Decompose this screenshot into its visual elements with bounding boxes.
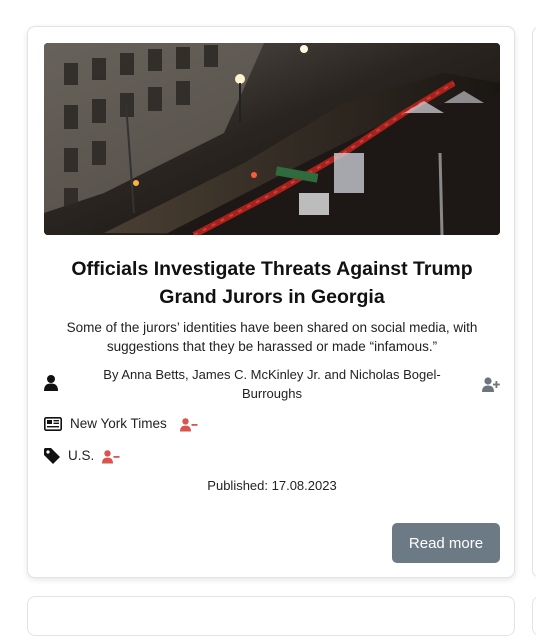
next-card-corner — [532, 596, 536, 636]
newspaper-icon — [44, 417, 62, 436]
article-card: Officials Investigate Threats Against Tr… — [27, 26, 515, 578]
read-more-button[interactable]: Read more — [392, 523, 500, 563]
source-name: New York Times — [70, 416, 167, 431]
user-minus-icon[interactable] — [180, 418, 198, 432]
category-row: U.S. — [44, 447, 500, 467]
author-names: By Anna Betts, James C. McKinley Jr. and… — [103, 367, 441, 401]
user-plus-icon[interactable] — [482, 377, 500, 393]
published-date: Published: 17.08.2023 — [207, 478, 337, 493]
article-description: Some of the jurors’ identities have been… — [66, 320, 478, 354]
user-icon — [44, 375, 58, 396]
article-image — [44, 43, 500, 235]
article-title: Officials Investigate Threats Against Tr… — [71, 258, 473, 308]
user-minus-icon[interactable] — [102, 450, 120, 464]
category-name: U.S. — [68, 448, 95, 463]
next-card-right — [532, 26, 536, 578]
tag-icon — [44, 448, 60, 469]
next-card-below — [27, 596, 515, 636]
author-row: By Anna Betts, James C. McKinley Jr. and… — [44, 365, 500, 405]
source-row: New York Times — [44, 415, 500, 435]
